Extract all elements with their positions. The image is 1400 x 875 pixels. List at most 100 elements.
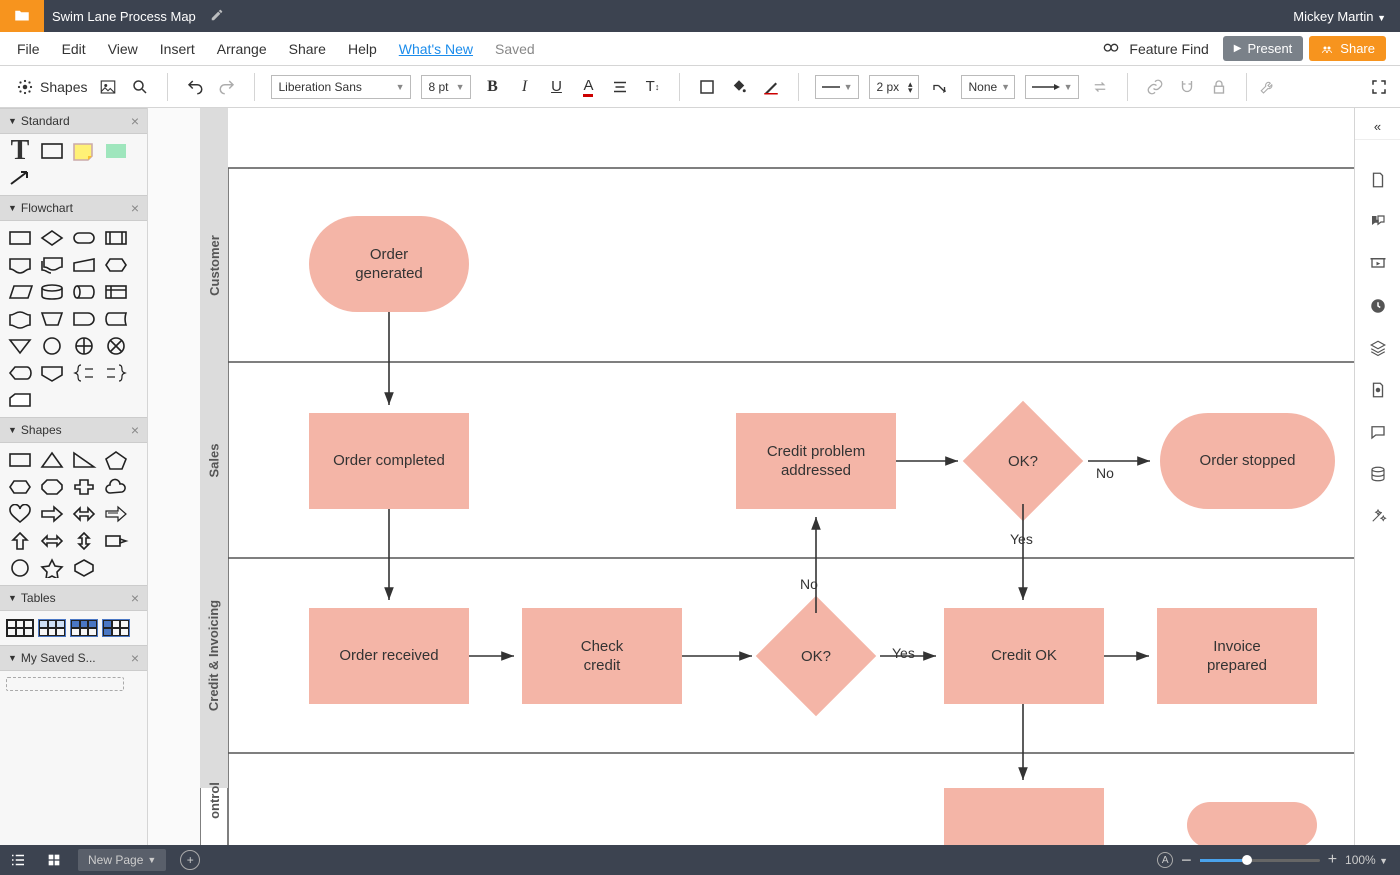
line-end-select[interactable]: ▼ <box>1025 75 1079 99</box>
text-shape[interactable]: T <box>6 140 34 162</box>
share-button[interactable]: Share <box>1309 36 1386 61</box>
table-1[interactable] <box>6 617 34 639</box>
fc-delay[interactable] <box>70 308 98 330</box>
documents-folder-icon[interactable] <box>0 0 44 32</box>
grid-view-icon[interactable] <box>36 845 72 875</box>
fc-card[interactable] <box>6 389 34 411</box>
shapes-manager-button[interactable]: Shapes <box>16 78 87 96</box>
page-icon[interactable] <box>1368 170 1388 190</box>
fc-merge[interactable] <box>6 335 34 357</box>
node-ok-2[interactable]: OK? <box>756 596 876 716</box>
note-shape[interactable] <box>70 140 98 162</box>
rename-icon[interactable] <box>210 8 224 25</box>
sh-rect[interactable] <box>6 449 34 471</box>
close-icon[interactable]: × <box>131 422 139 438</box>
node-order-received[interactable]: Order received <box>309 608 469 704</box>
zoom-out-button[interactable]: − <box>1181 850 1192 871</box>
sh-callout[interactable] <box>102 503 130 525</box>
fc-process[interactable] <box>6 227 34 249</box>
menu-view[interactable]: View <box>97 32 149 66</box>
text-color-icon[interactable]: A <box>577 76 599 98</box>
node-check-credit[interactable]: Check credit <box>522 608 682 704</box>
fc-brace-close[interactable] <box>102 362 130 384</box>
fc-manual-input[interactable] <box>70 254 98 276</box>
node-credit-ok[interactable]: Credit OK <box>944 608 1104 704</box>
magnet-icon[interactable] <box>1176 76 1198 98</box>
sh-arrow-lr2[interactable] <box>38 530 66 552</box>
outline-view-icon[interactable] <box>0 845 36 875</box>
fc-document[interactable] <box>6 254 34 276</box>
sh-cloud[interactable] <box>102 476 130 498</box>
present-button[interactable]: ▶Present <box>1223 36 1304 61</box>
panel-saved[interactable]: ▼My Saved S...× <box>0 645 147 671</box>
fc-data[interactable] <box>6 281 34 303</box>
border-color-icon[interactable] <box>696 76 718 98</box>
close-icon[interactable]: × <box>131 650 139 666</box>
sh-hexagon[interactable] <box>6 476 34 498</box>
line-type-icon[interactable] <box>929 76 951 98</box>
lock-icon[interactable] <box>1208 76 1230 98</box>
feature-find[interactable]: Feature Find <box>1101 41 1208 57</box>
fc-offpage[interactable] <box>38 362 66 384</box>
font-size-select[interactable]: 8 pt▼ <box>421 75 471 99</box>
fc-display[interactable] <box>6 362 34 384</box>
autosave-icon[interactable]: A <box>1157 852 1173 868</box>
menu-share[interactable]: Share <box>278 32 337 66</box>
sh-octagon[interactable] <box>38 476 66 498</box>
close-icon[interactable]: × <box>131 590 139 606</box>
redo-icon[interactable] <box>216 76 238 98</box>
sh-star[interactable] <box>38 557 66 579</box>
history-icon[interactable] <box>1368 296 1388 316</box>
fc-database[interactable] <box>38 281 66 303</box>
font-family-select[interactable]: Liberation Sans▼ <box>271 75 411 99</box>
sh-arrow-u[interactable] <box>6 530 34 552</box>
collapse-dock-icon[interactable]: « <box>1355 114 1400 140</box>
close-icon[interactable]: × <box>131 200 139 216</box>
close-icon[interactable]: × <box>131 113 139 129</box>
wrench-icon[interactable] <box>1257 76 1279 98</box>
user-menu[interactable]: Mickey Martin ▼ <box>1279 9 1400 24</box>
fc-preparation[interactable] <box>102 254 130 276</box>
sh-circle[interactable] <box>6 557 34 579</box>
node-hidden-2[interactable] <box>1187 802 1317 845</box>
fc-internal[interactable] <box>102 281 130 303</box>
menu-whats-new[interactable]: What's New <box>388 32 484 66</box>
swap-icon[interactable] <box>1089 76 1111 98</box>
link-icon[interactable] <box>1144 76 1166 98</box>
fc-connector[interactable] <box>38 335 66 357</box>
fc-terminator[interactable] <box>70 227 98 249</box>
fc-or[interactable] <box>70 335 98 357</box>
menu-insert[interactable]: Insert <box>149 32 206 66</box>
zoom-in-button[interactable]: + <box>1328 851 1337 869</box>
bold-icon[interactable]: B <box>481 76 503 98</box>
line-width-select[interactable]: 2 px▴▾ <box>869 75 919 99</box>
fc-multidoc[interactable] <box>38 254 66 276</box>
panel-standard[interactable]: ▼Standard× <box>0 108 147 134</box>
presentation-icon[interactable] <box>1368 254 1388 274</box>
panel-tables[interactable]: ▼Tables× <box>0 585 147 611</box>
new-page-tab[interactable]: New Page ▼ <box>78 849 166 871</box>
sh-rtriangle[interactable] <box>70 449 98 471</box>
sh-pentagon[interactable] <box>102 449 130 471</box>
fc-stored[interactable] <box>102 308 130 330</box>
menu-arrange[interactable]: Arrange <box>206 32 278 66</box>
fc-predef[interactable] <box>102 227 130 249</box>
search-icon[interactable] <box>129 76 151 98</box>
magic-icon[interactable] <box>1368 506 1388 526</box>
fc-paper-tape[interactable] <box>6 308 34 330</box>
table-4[interactable] <box>102 617 130 639</box>
menu-file[interactable]: File <box>6 32 51 66</box>
undo-icon[interactable] <box>184 76 206 98</box>
italic-icon[interactable]: I <box>513 76 535 98</box>
block-shape[interactable] <box>102 140 130 162</box>
node-hidden-1[interactable] <box>944 788 1104 845</box>
sh-triangle[interactable] <box>38 449 66 471</box>
panel-flowchart[interactable]: ▼Flowchart× <box>0 195 147 221</box>
node-invoice-prepared[interactable]: Invoice prepared <box>1157 608 1317 704</box>
canvas[interactable]: Customer Sales Credit & Invoicing ontrol… <box>148 108 1354 845</box>
text-options-icon[interactable]: T↕ <box>641 76 663 98</box>
line-start-select[interactable]: None▼ <box>961 75 1015 99</box>
chat-icon[interactable] <box>1368 422 1388 442</box>
document-title[interactable]: Swim Lane Process Map <box>44 9 204 24</box>
layers-icon[interactable] <box>1368 338 1388 358</box>
